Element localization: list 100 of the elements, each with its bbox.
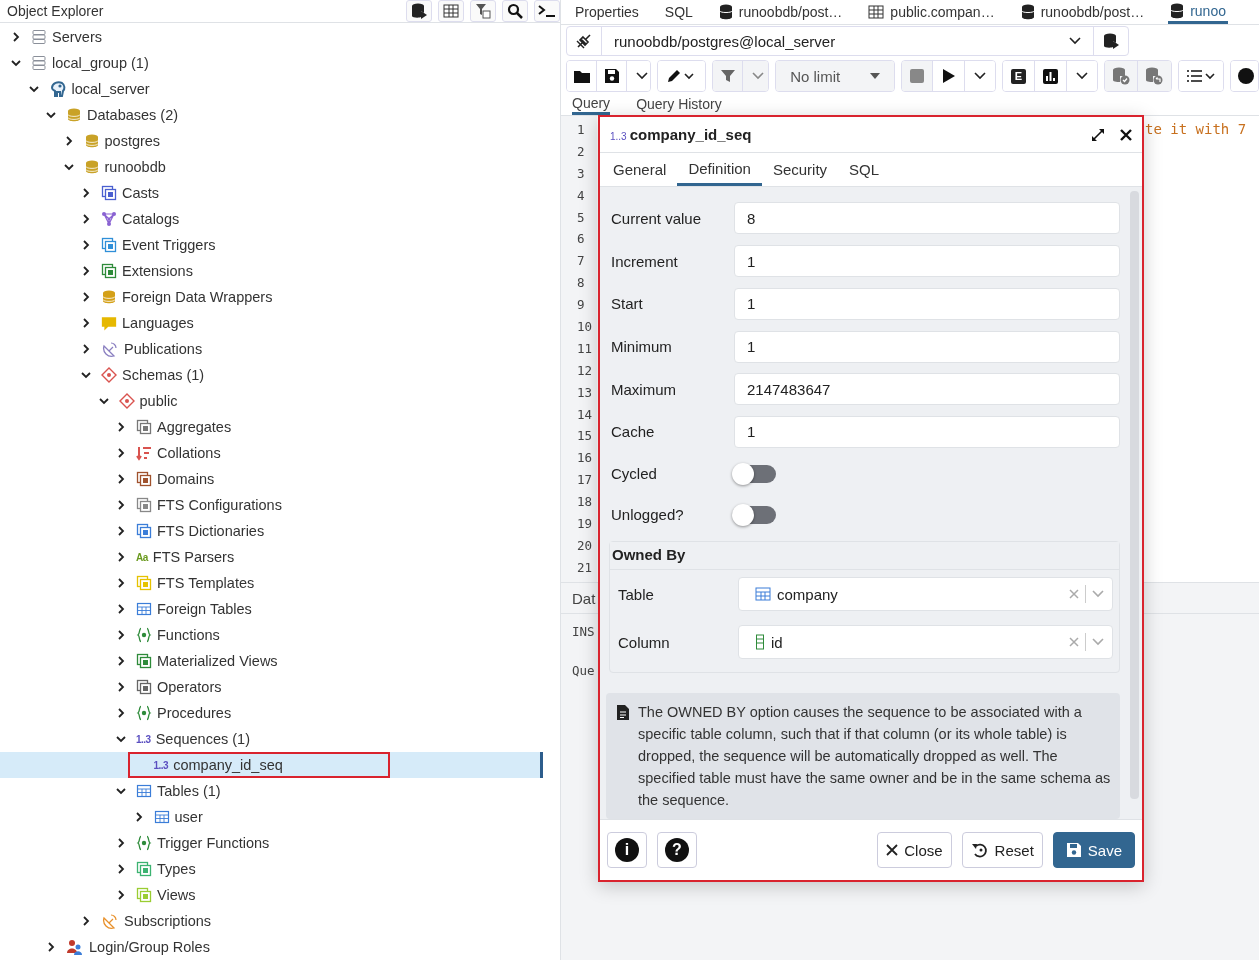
tree-item[interactable]: runoobdb <box>0 154 543 180</box>
tree-item[interactable]: Views <box>0 882 543 908</box>
output-tab[interactable]: Dat <box>572 589 596 607</box>
chevron-down-icon[interactable] <box>81 370 91 380</box>
tree-item[interactable]: user <box>0 804 543 830</box>
chevron-right-icon[interactable] <box>11 32 21 42</box>
tree-item[interactable]: Catalogs <box>0 206 543 232</box>
dialog-tab[interactable]: General <box>602 153 678 186</box>
tree-item[interactable]: Procedures <box>0 700 543 726</box>
dialog-tab[interactable]: Security <box>761 153 839 186</box>
tree-item[interactable]: local_server <box>0 76 543 102</box>
chevron-right-icon[interactable] <box>81 292 91 302</box>
tree-item[interactable]: FTS Templates <box>0 570 543 596</box>
chevron-right-icon[interactable] <box>46 942 56 952</box>
tree-item[interactable]: FTS Dictionaries <box>0 518 543 544</box>
tree-item[interactable]: local_group (1) <box>0 50 543 76</box>
dialog-tab[interactable]: SQL <box>838 153 891 186</box>
chevron-right-icon[interactable] <box>116 708 126 718</box>
chevron-right-icon[interactable] <box>116 630 126 640</box>
filter-rows-button[interactable] <box>470 0 496 22</box>
explain-button[interactable]: E <box>1003 61 1035 91</box>
help-button[interactable] <box>1230 61 1258 91</box>
tree-item[interactable]: Login/Group Roles <box>0 934 543 960</box>
editor-tab[interactable]: public.compan… <box>866 0 997 24</box>
chevron-right-icon[interactable] <box>116 578 126 588</box>
chevron-right-icon[interactable] <box>81 214 91 224</box>
help-button[interactable]: ? <box>657 832 697 868</box>
tree-item[interactable]: Materialized Views <box>0 648 543 674</box>
tree-item[interactable]: Domains <box>0 466 543 492</box>
reset-button[interactable]: Reset <box>961 832 1043 868</box>
chevron-right-icon[interactable] <box>116 448 126 458</box>
editor-tab[interactable]: runoobdb/post… <box>716 0 845 24</box>
chevron-right-icon[interactable] <box>116 864 126 874</box>
tree-item[interactable]: postgres <box>0 128 543 154</box>
tree-item[interactable]: Languages <box>0 310 543 336</box>
chevron-right-icon[interactable] <box>133 812 144 822</box>
editor-tab[interactable]: Properties <box>573 0 641 24</box>
tree-item[interactable]: Tables (1) <box>0 778 543 804</box>
tree-item[interactable]: Foreign Tables <box>0 596 543 622</box>
tree-item[interactable]: Trigger Functions <box>0 830 543 856</box>
tree-item[interactable]: Aggregates <box>0 414 543 440</box>
tree-item[interactable]: Servers <box>0 24 543 50</box>
chevron-down-icon[interactable] <box>46 110 56 120</box>
input-field[interactable]: 1 <box>734 245 1120 278</box>
tree-item[interactable]: Collations <box>0 440 543 466</box>
close-icon[interactable] <box>1120 128 1132 141</box>
chevron-right-icon[interactable] <box>116 474 126 484</box>
macros-button[interactable] <box>1178 61 1223 91</box>
tree-item[interactable]: Subscriptions <box>0 908 543 934</box>
query-tool-button[interactable] <box>406 0 432 22</box>
tree-item[interactable]: public <box>0 388 543 414</box>
chevron-right-icon[interactable] <box>116 604 126 614</box>
input-field[interactable]: 1 <box>734 330 1120 363</box>
tree-item[interactable]: Foreign Data Wrappers <box>0 284 543 310</box>
toggle-switch[interactable] <box>734 464 776 483</box>
search-button[interactable] <box>502 0 528 22</box>
chevron-right-icon[interactable] <box>116 526 126 536</box>
editor-tab[interactable]: runoobdb/post… <box>1018 0 1147 24</box>
edit-menu-button[interactable] <box>657 61 706 91</box>
tree-item[interactable]: Databases (2) <box>0 102 543 128</box>
chevron-down-icon[interactable] <box>63 162 74 172</box>
view-data-button[interactable] <box>438 0 464 22</box>
chevron-right-icon[interactable] <box>116 552 126 562</box>
chevron-right-icon[interactable] <box>116 422 126 432</box>
chevron-right-icon[interactable] <box>81 240 91 250</box>
chevron-right-icon[interactable] <box>81 188 91 198</box>
tree-item[interactable]: Schemas (1) <box>0 362 543 388</box>
query-tab[interactable]: Query History <box>636 93 722 115</box>
chevron-right-icon[interactable] <box>116 890 126 900</box>
row-limit-dropdown[interactable]: No limit <box>776 61 894 91</box>
chevron-right-icon[interactable] <box>63 136 74 146</box>
input-field[interactable]: 8 <box>734 202 1120 235</box>
editor-tab[interactable]: SQL <box>662 0 695 24</box>
close-button[interactable]: Close <box>877 832 952 868</box>
tree-item[interactable]: Aa FTS Parsers <box>0 544 543 570</box>
chevron-right-icon[interactable] <box>81 916 91 926</box>
tree-item[interactable]: Event Triggers <box>0 232 543 258</box>
rollback-button[interactable] <box>1137 61 1171 91</box>
input-field[interactable]: 1 <box>734 415 1120 448</box>
tree-item[interactable]: Extensions <box>0 258 543 284</box>
filter-button[interactable] <box>713 61 744 91</box>
chevron-right-icon[interactable] <box>116 682 126 692</box>
input-field[interactable]: 2147483647 <box>734 373 1120 406</box>
chevron-down-icon[interactable] <box>116 734 126 744</box>
terminal-button[interactable] <box>534 0 560 22</box>
expand-icon[interactable] <box>1091 127 1105 142</box>
chevron-right-icon[interactable] <box>116 500 126 510</box>
chevron-right-icon[interactable] <box>81 318 91 328</box>
chevron-right-icon[interactable] <box>116 656 126 666</box>
tree-item[interactable]: 1..3 Sequences (1) <box>0 726 543 752</box>
info-button[interactable]: i <box>607 832 647 868</box>
chevron-right-icon[interactable] <box>81 344 91 354</box>
chevron-down-icon[interactable] <box>98 396 109 406</box>
toggle-switch[interactable] <box>734 505 776 524</box>
tree-item[interactable]: Functions <box>0 622 543 648</box>
database-play-icon[interactable] <box>1103 33 1119 49</box>
chevron-right-icon[interactable] <box>116 838 126 848</box>
tree-item[interactable]: Publications <box>0 336 543 362</box>
save-button[interactable]: Save <box>1052 832 1135 868</box>
open-file-button[interactable] <box>567 61 597 91</box>
